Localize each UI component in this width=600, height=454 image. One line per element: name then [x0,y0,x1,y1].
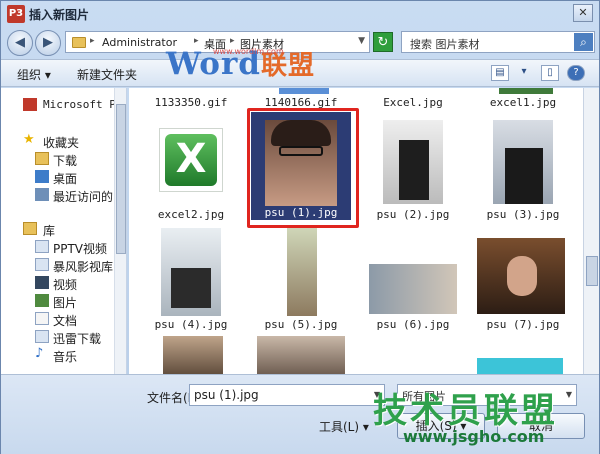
highlight-box [247,108,359,228]
nav-item-label: 桌面 [53,172,78,186]
star-icon: ★ [23,132,35,147]
recent-places-icon [35,188,49,201]
title-bar: P3 插入新图片 ✕ [1,1,599,27]
site-watermark: 技术员联盟 [373,391,558,431]
search-icon[interactable]: ⌕ [574,33,593,51]
file-name: Excel.jpg [383,96,443,109]
powerpoint-icon [23,98,37,111]
thumbnail-image [369,264,457,314]
file-name: psu (3).jpg [486,208,560,221]
filename-value[interactable]: psu (1).jpg [194,388,259,402]
chevron-right-icon: ▸ [90,36,95,46]
file-item[interactable]: psu (3).jpg [471,114,575,224]
filename-field[interactable]: psu (1).jpg ▼ [189,384,385,406]
file-name: 1133350.gif [154,96,228,109]
close-button[interactable]: ✕ [573,4,593,22]
file-name: psu (4).jpg [154,318,228,331]
music-library-icon: ♪ [35,346,44,361]
file-list-scrollbar[interactable] [583,88,599,374]
search-input[interactable]: 搜索 图片素材 [410,36,480,52]
file-name: psu (6).jpg [376,318,450,331]
chevron-down-icon[interactable]: ▼ [358,36,365,46]
thumbnail-image [493,120,553,204]
nav-item-label: 文档 [53,314,78,328]
preview-pane-icon[interactable]: ▯ [541,65,559,81]
thumbnail-image [279,88,329,94]
thumbnail-image [257,336,345,374]
file-name: psu (2).jpg [376,208,450,221]
picture-library-icon [35,294,49,307]
thumbnail-image [163,336,223,374]
navigation-pane: Microsoft Po ★ 收藏夹 下载 桌面 最近访问的 库 PPTV视频 [1,88,127,374]
thumbnail-image [383,120,443,204]
tools-label: 工具(L) [319,420,360,434]
refresh-button[interactable]: ↻ [373,32,393,52]
watermark-url: www.wordlm.com [213,47,284,56]
file-name: excel1.jpg [489,96,557,109]
file-item[interactable]: psu (5).jpg [249,222,353,332]
nav-item-label: 下载 [53,154,78,168]
desktop-icon [35,170,49,183]
file-name: psu (5).jpg [264,318,338,331]
file-item[interactable]: psu (2).jpg [361,114,465,224]
file-item[interactable]: psu (6).jpg [361,222,465,332]
portrait-detail [399,140,429,200]
thumbnail-image [499,88,553,94]
view-icon[interactable]: ▤ [491,65,509,81]
dialog-title: 插入新图片 [29,8,90,22]
insert-picture-dialog: P3 插入新图片 ✕ ◀ ▶ ▸ Administrator ▸ 桌面 ▸ 图片… [0,0,600,454]
nav-item-label: 音乐 [53,350,78,364]
nav-scrollbar-thumb[interactable] [116,104,126,254]
site-watermark-url: www.jsgho.com [403,427,545,446]
powerpoint-app-icon: P3 [7,5,25,23]
nav-item-label: 视频 [53,278,78,292]
library-folder-icon [35,258,49,271]
file-item[interactable]: psu (4).jpg [139,222,243,332]
nav-item-label: 暴风影视库 [53,260,114,274]
chevron-down-icon[interactable]: ▼ [562,385,576,405]
organize-menu[interactable]: 组织 ▾ [17,66,51,83]
new-folder-button[interactable]: 新建文件夹 [77,66,137,83]
video-library-icon [35,276,49,289]
nav-item-label: 迅雷下载 [53,332,102,346]
file-item[interactable]: psu (7).jpg [471,222,575,332]
nav-item-label: PPTV视频 [53,242,108,256]
folder-icon [72,37,86,48]
nav-item-label: Microsoft Po [43,98,123,111]
library-icon [23,222,37,235]
portrait-detail [171,268,211,308]
library-folder-icon [35,240,49,253]
thumbnail-image [287,228,317,316]
file-item[interactable]: 1133350.gif [139,88,243,109]
file-item[interactable]: Excel.jpg [361,88,465,109]
thumbnail-image [477,238,565,314]
file-list-scrollbar-thumb[interactable] [586,256,598,286]
organize-label: 组织 [17,68,42,82]
help-icon[interactable]: ? [567,65,585,81]
nav-scrollbar[interactable] [114,88,126,374]
file-item[interactable]: X excel2.jpg [139,114,243,224]
forward-button[interactable]: ▶ [35,30,61,56]
nav-item-label: 库 [43,224,56,238]
view-dropdown-icon[interactable]: ▾ [515,65,533,81]
thumbnail-image [161,228,221,316]
nav-item-label: 收藏夹 [43,136,80,150]
library-folder-icon [35,330,49,343]
back-button[interactable]: ◀ [7,30,33,56]
excel-icon: X [165,134,217,186]
file-name: psu (7).jpg [486,318,560,331]
document-library-icon [35,312,49,325]
download-folder-icon [35,152,49,165]
portrait-detail [505,148,543,204]
tools-menu[interactable]: 工具(L) ▾ [319,418,369,435]
nav-item-label: 图片 [53,296,78,310]
search-box[interactable]: 搜索 图片素材 ⌕ [401,31,595,53]
portrait-detail [507,256,537,296]
thumbnail-image [477,358,563,374]
excel-thumbnail: X [159,128,223,192]
nav-item-label: 最近访问的 [53,190,114,204]
file-name: excel2.jpg [157,208,225,221]
